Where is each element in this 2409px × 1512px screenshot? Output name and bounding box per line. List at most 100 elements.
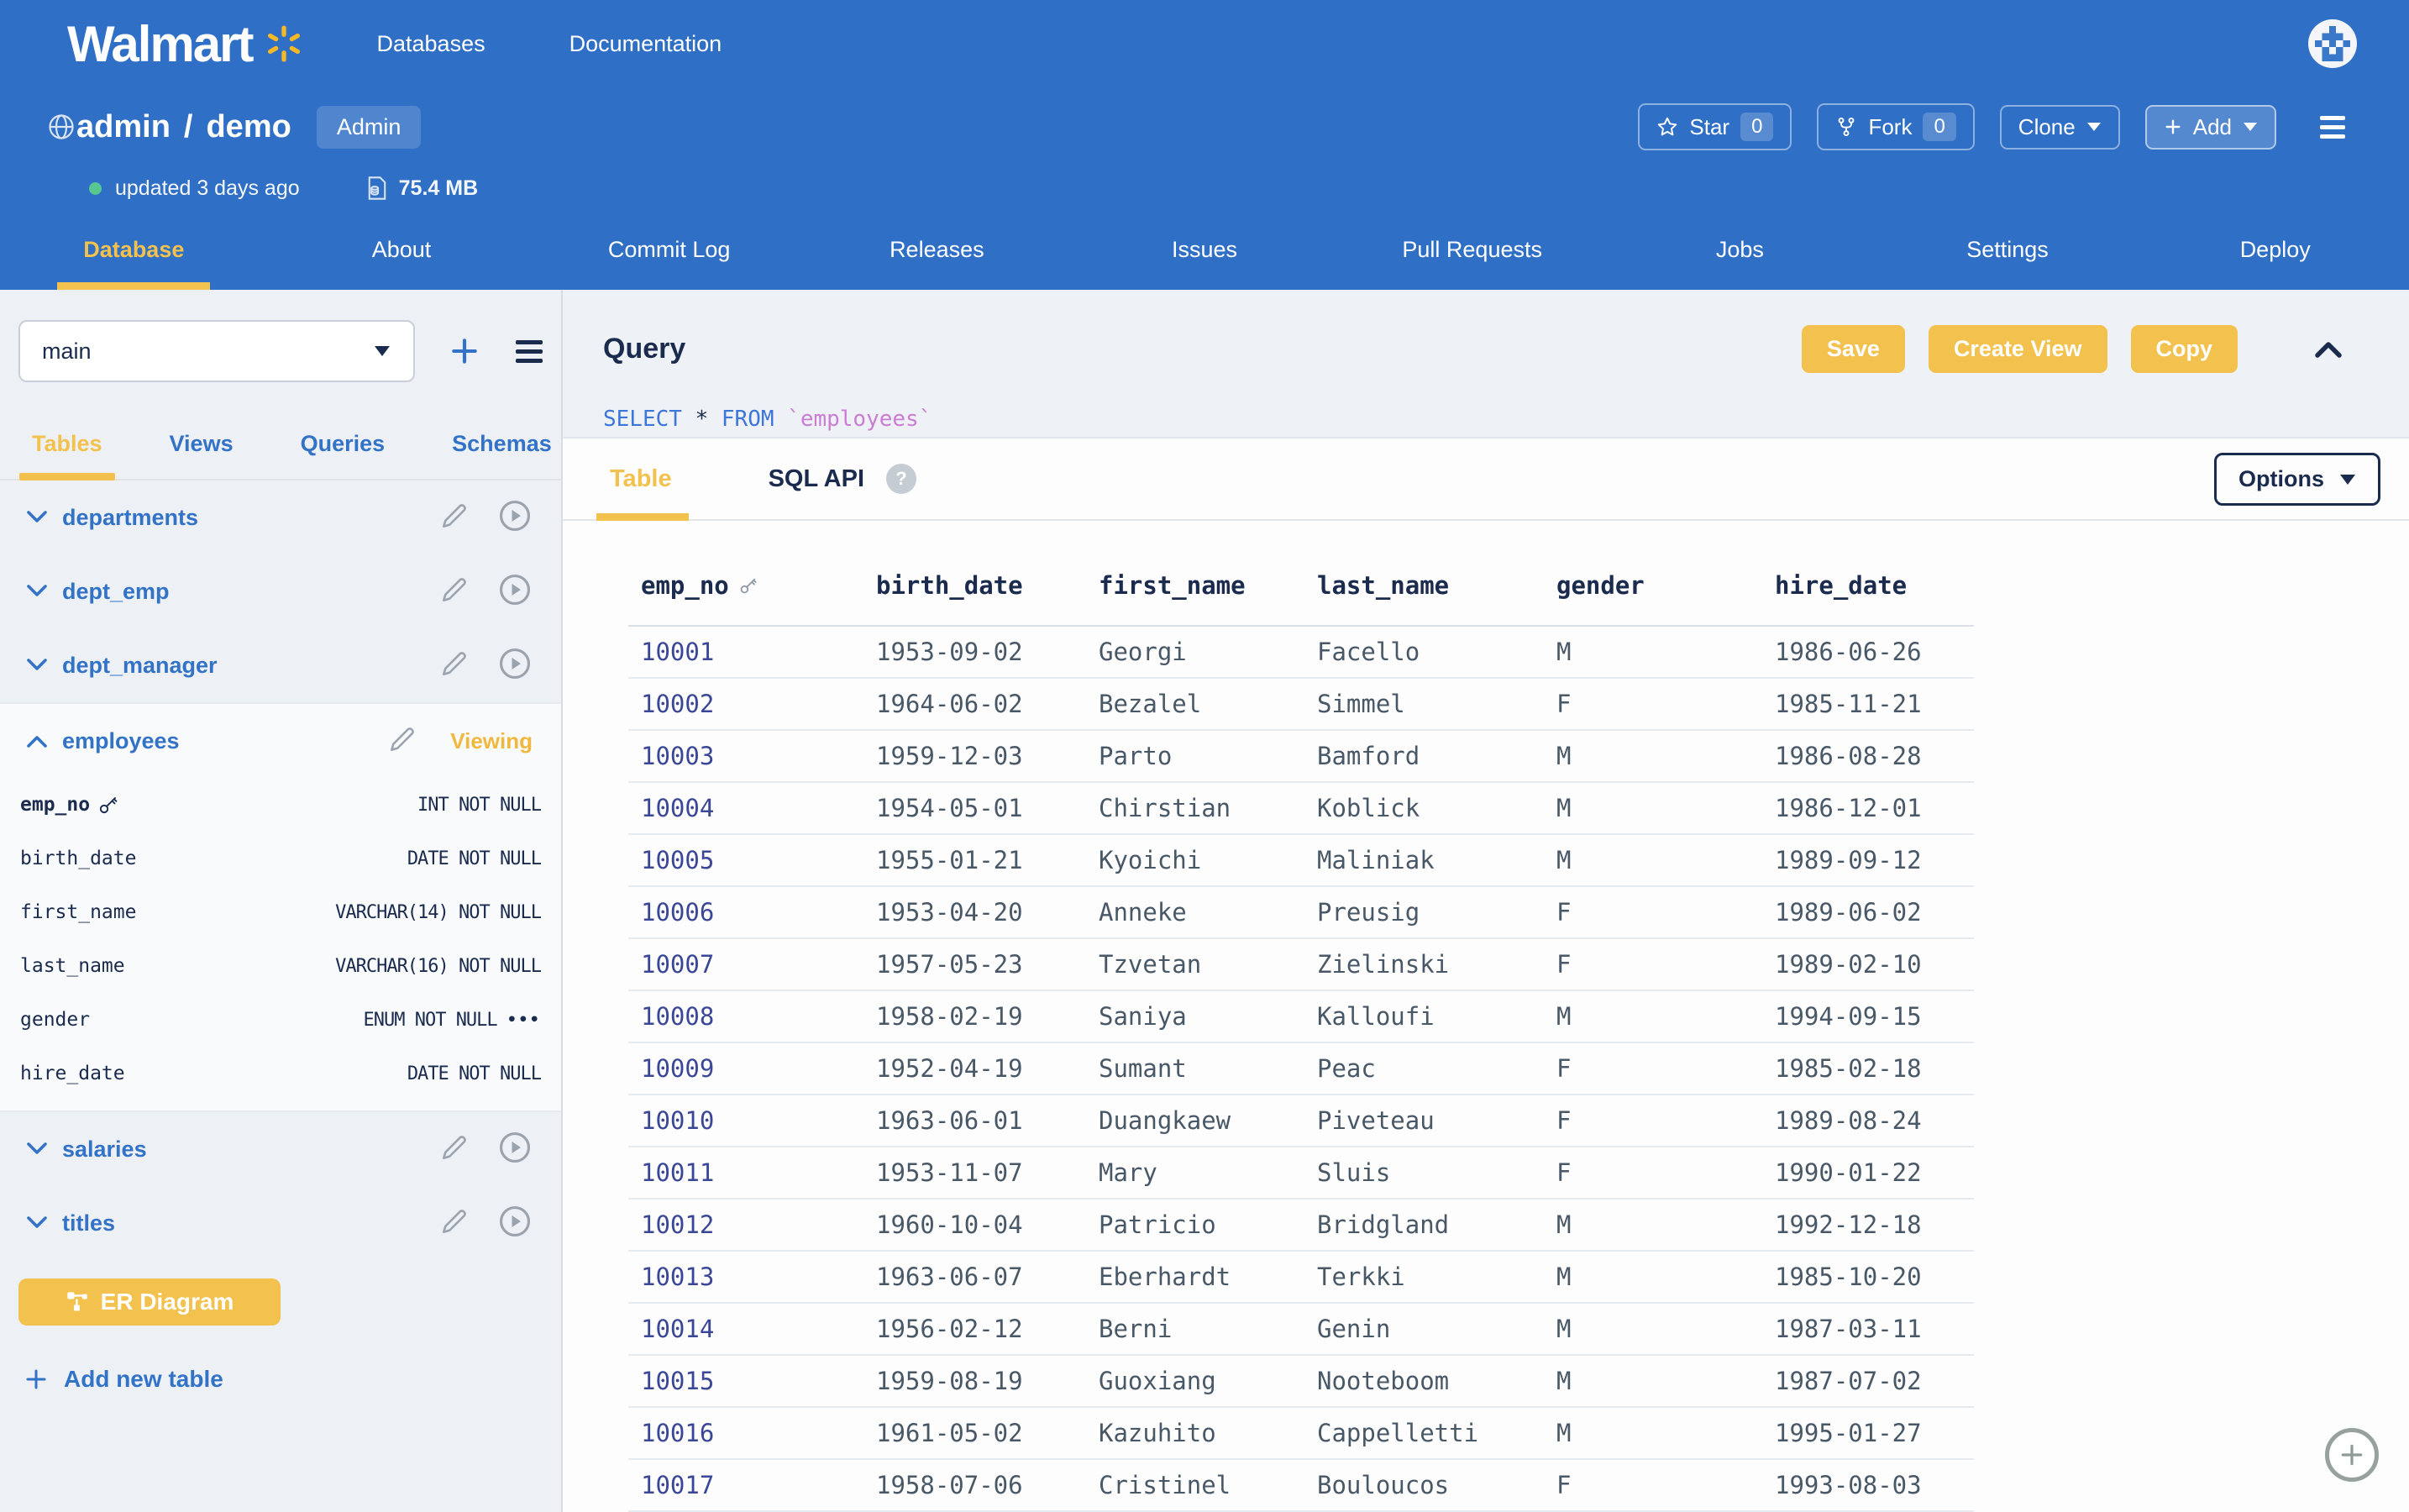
table-name[interactable]: dept_manager — [62, 653, 218, 679]
repo-tab[interactable]: Issues — [1071, 210, 1339, 290]
repo-owner[interactable]: admin — [76, 109, 171, 145]
emp-no-link[interactable]: 10017 — [628, 1471, 863, 1499]
sql-query-text[interactable]: SELECT * FROM `employees` — [603, 407, 2343, 432]
chevron-down-icon[interactable] — [25, 509, 49, 526]
header-menu-icon[interactable] — [2320, 116, 2345, 139]
table-name[interactable]: dept_emp — [62, 579, 170, 605]
run-play-icon[interactable] — [497, 1204, 533, 1243]
er-diagram-button[interactable]: ER Diagram — [18, 1278, 281, 1326]
chevron-down-icon[interactable] — [25, 1141, 49, 1158]
walmart-logo[interactable]: Walmart — [67, 15, 303, 73]
emp-no-link[interactable]: 10001 — [628, 638, 863, 666]
avatar[interactable] — [2308, 19, 2357, 68]
add-new-table-button[interactable]: Add new table — [24, 1366, 561, 1393]
options-button[interactable]: Options — [2214, 453, 2380, 506]
edit-pencil-icon[interactable] — [388, 725, 417, 758]
emp-no-link[interactable]: 10010 — [628, 1106, 863, 1135]
fork-button[interactable]: Fork 0 — [1817, 103, 1974, 150]
ellipsis-icon[interactable]: ••• — [507, 1011, 541, 1029]
run-play-icon[interactable] — [497, 498, 533, 538]
emp-no-link[interactable]: 10005 — [628, 846, 863, 874]
repo-name[interactable]: demo — [206, 109, 291, 145]
results-table-body: 10001 1953-09-02 Georgi Facello M 1986-0… — [628, 627, 1974, 1512]
emp-no-link[interactable]: 10015 — [628, 1367, 863, 1395]
emp-no-link[interactable]: 10014 — [628, 1315, 863, 1343]
emp-no-link[interactable]: 10006 — [628, 898, 863, 927]
branch-select[interactable]: main — [18, 320, 415, 382]
table-name[interactable]: departments — [62, 505, 198, 531]
chevron-down-icon[interactable] — [25, 1215, 49, 1231]
cell-hire-date: 1990-01-22 — [1762, 1158, 1972, 1187]
edit-pencil-icon[interactable] — [440, 649, 469, 682]
sidebar-tab[interactable]: Queries — [301, 431, 386, 479]
table-name[interactable]: salaries — [62, 1137, 147, 1163]
table-name[interactable]: employees — [62, 728, 180, 754]
emp-no-link[interactable]: 10016 — [628, 1419, 863, 1447]
column-row: first_name VARCHAR(14) NOT NULL — [0, 885, 561, 939]
emp-no-link[interactable]: 10003 — [628, 742, 863, 770]
table-name[interactable]: titles — [62, 1210, 115, 1236]
repo-meta: updated 3 days ago 75.4 MB — [0, 166, 2409, 210]
emp-no-link[interactable]: 10009 — [628, 1054, 863, 1083]
emp-no-link[interactable]: 10011 — [628, 1158, 863, 1187]
emp-no-link[interactable]: 10002 — [628, 690, 863, 718]
edit-pencil-icon[interactable] — [440, 1133, 469, 1166]
run-play-icon[interactable] — [497, 646, 533, 685]
emp-no-link[interactable]: 10007 — [628, 950, 863, 979]
emp-no-link[interactable]: 10013 — [628, 1263, 863, 1291]
expanded-table: employees Viewing emp_no — [0, 702, 561, 1112]
repo-tab-label: Deploy — [2240, 237, 2311, 263]
emp-no-link[interactable]: 10008 — [628, 1002, 863, 1031]
results-tab[interactable]: Table — [610, 438, 672, 519]
cell-hire-date: 1986-06-26 — [1762, 638, 1972, 666]
results-tab[interactable]: SQL API ? — [769, 438, 916, 519]
floating-add-button[interactable] — [2325, 1428, 2379, 1482]
cell-gender: F — [1544, 950, 1762, 979]
table-list-bottom: salaries — [0, 1112, 561, 1260]
column-row: hire_date DATE NOT NULL — [0, 1047, 561, 1100]
add-button[interactable]: Add — [2145, 105, 2276, 150]
repo-tab[interactable]: Settings — [1874, 210, 2142, 290]
collapse-chevron-up-icon[interactable] — [2313, 339, 2343, 360]
repo-tab[interactable]: Database — [0, 210, 268, 290]
create-view-button[interactable]: Create View — [1929, 325, 2107, 373]
edit-pencil-icon[interactable] — [440, 501, 469, 534]
chevron-down-icon[interactable] — [25, 657, 49, 674]
repo-tab[interactable]: About — [268, 210, 536, 290]
save-button[interactable]: Save — [1802, 325, 1905, 373]
sidebar-tab[interactable]: Schemas — [452, 431, 552, 479]
repo-tab[interactable]: Commit Log — [535, 210, 803, 290]
emp-no-link[interactable]: 10012 — [628, 1210, 863, 1239]
table-list-item: dept_manager — [0, 628, 561, 702]
nav-documentation[interactable]: Documentation — [569, 31, 722, 57]
column-header[interactable]: first_name — [1086, 571, 1304, 600]
repo-tab-label: Settings — [1966, 237, 2049, 263]
clone-button[interactable]: Clone — [2000, 105, 2120, 150]
copy-button[interactable]: Copy — [2131, 325, 2238, 373]
column-header[interactable]: last_name — [1304, 571, 1544, 600]
nav-databases[interactable]: Databases — [377, 31, 485, 57]
edit-pencil-icon[interactable] — [440, 575, 469, 608]
branch-menu-icon[interactable] — [516, 340, 543, 363]
repo-tab[interactable]: Releases — [803, 210, 1071, 290]
repo-tab[interactable]: Deploy — [2141, 210, 2409, 290]
column-header[interactable]: birth_date — [863, 571, 1086, 600]
run-play-icon[interactable] — [497, 572, 533, 612]
repo-tab[interactable]: Jobs — [1606, 210, 1874, 290]
repo-tab[interactable]: Pull Requests — [1338, 210, 1606, 290]
column-header[interactable]: gender — [1544, 571, 1762, 600]
star-button[interactable]: Star 0 — [1638, 103, 1792, 150]
edit-pencil-icon[interactable] — [440, 1207, 469, 1240]
chevron-down-icon[interactable] — [25, 583, 49, 600]
chevron-up-icon[interactable] — [25, 732, 49, 749]
column-row: emp_no INT NOT NULL — [0, 778, 561, 832]
new-branch-icon[interactable] — [449, 335, 480, 367]
run-play-icon[interactable] — [497, 1130, 533, 1169]
help-icon[interactable]: ? — [886, 464, 916, 494]
column-header[interactable]: hire_date — [1762, 571, 1972, 600]
column-header-emp-no[interactable]: emp_no — [628, 571, 863, 600]
repo-separator: / — [184, 109, 193, 145]
sidebar-tab[interactable]: Tables — [32, 431, 102, 479]
sidebar-tab[interactable]: Views — [170, 431, 234, 479]
emp-no-link[interactable]: 10004 — [628, 794, 863, 822]
